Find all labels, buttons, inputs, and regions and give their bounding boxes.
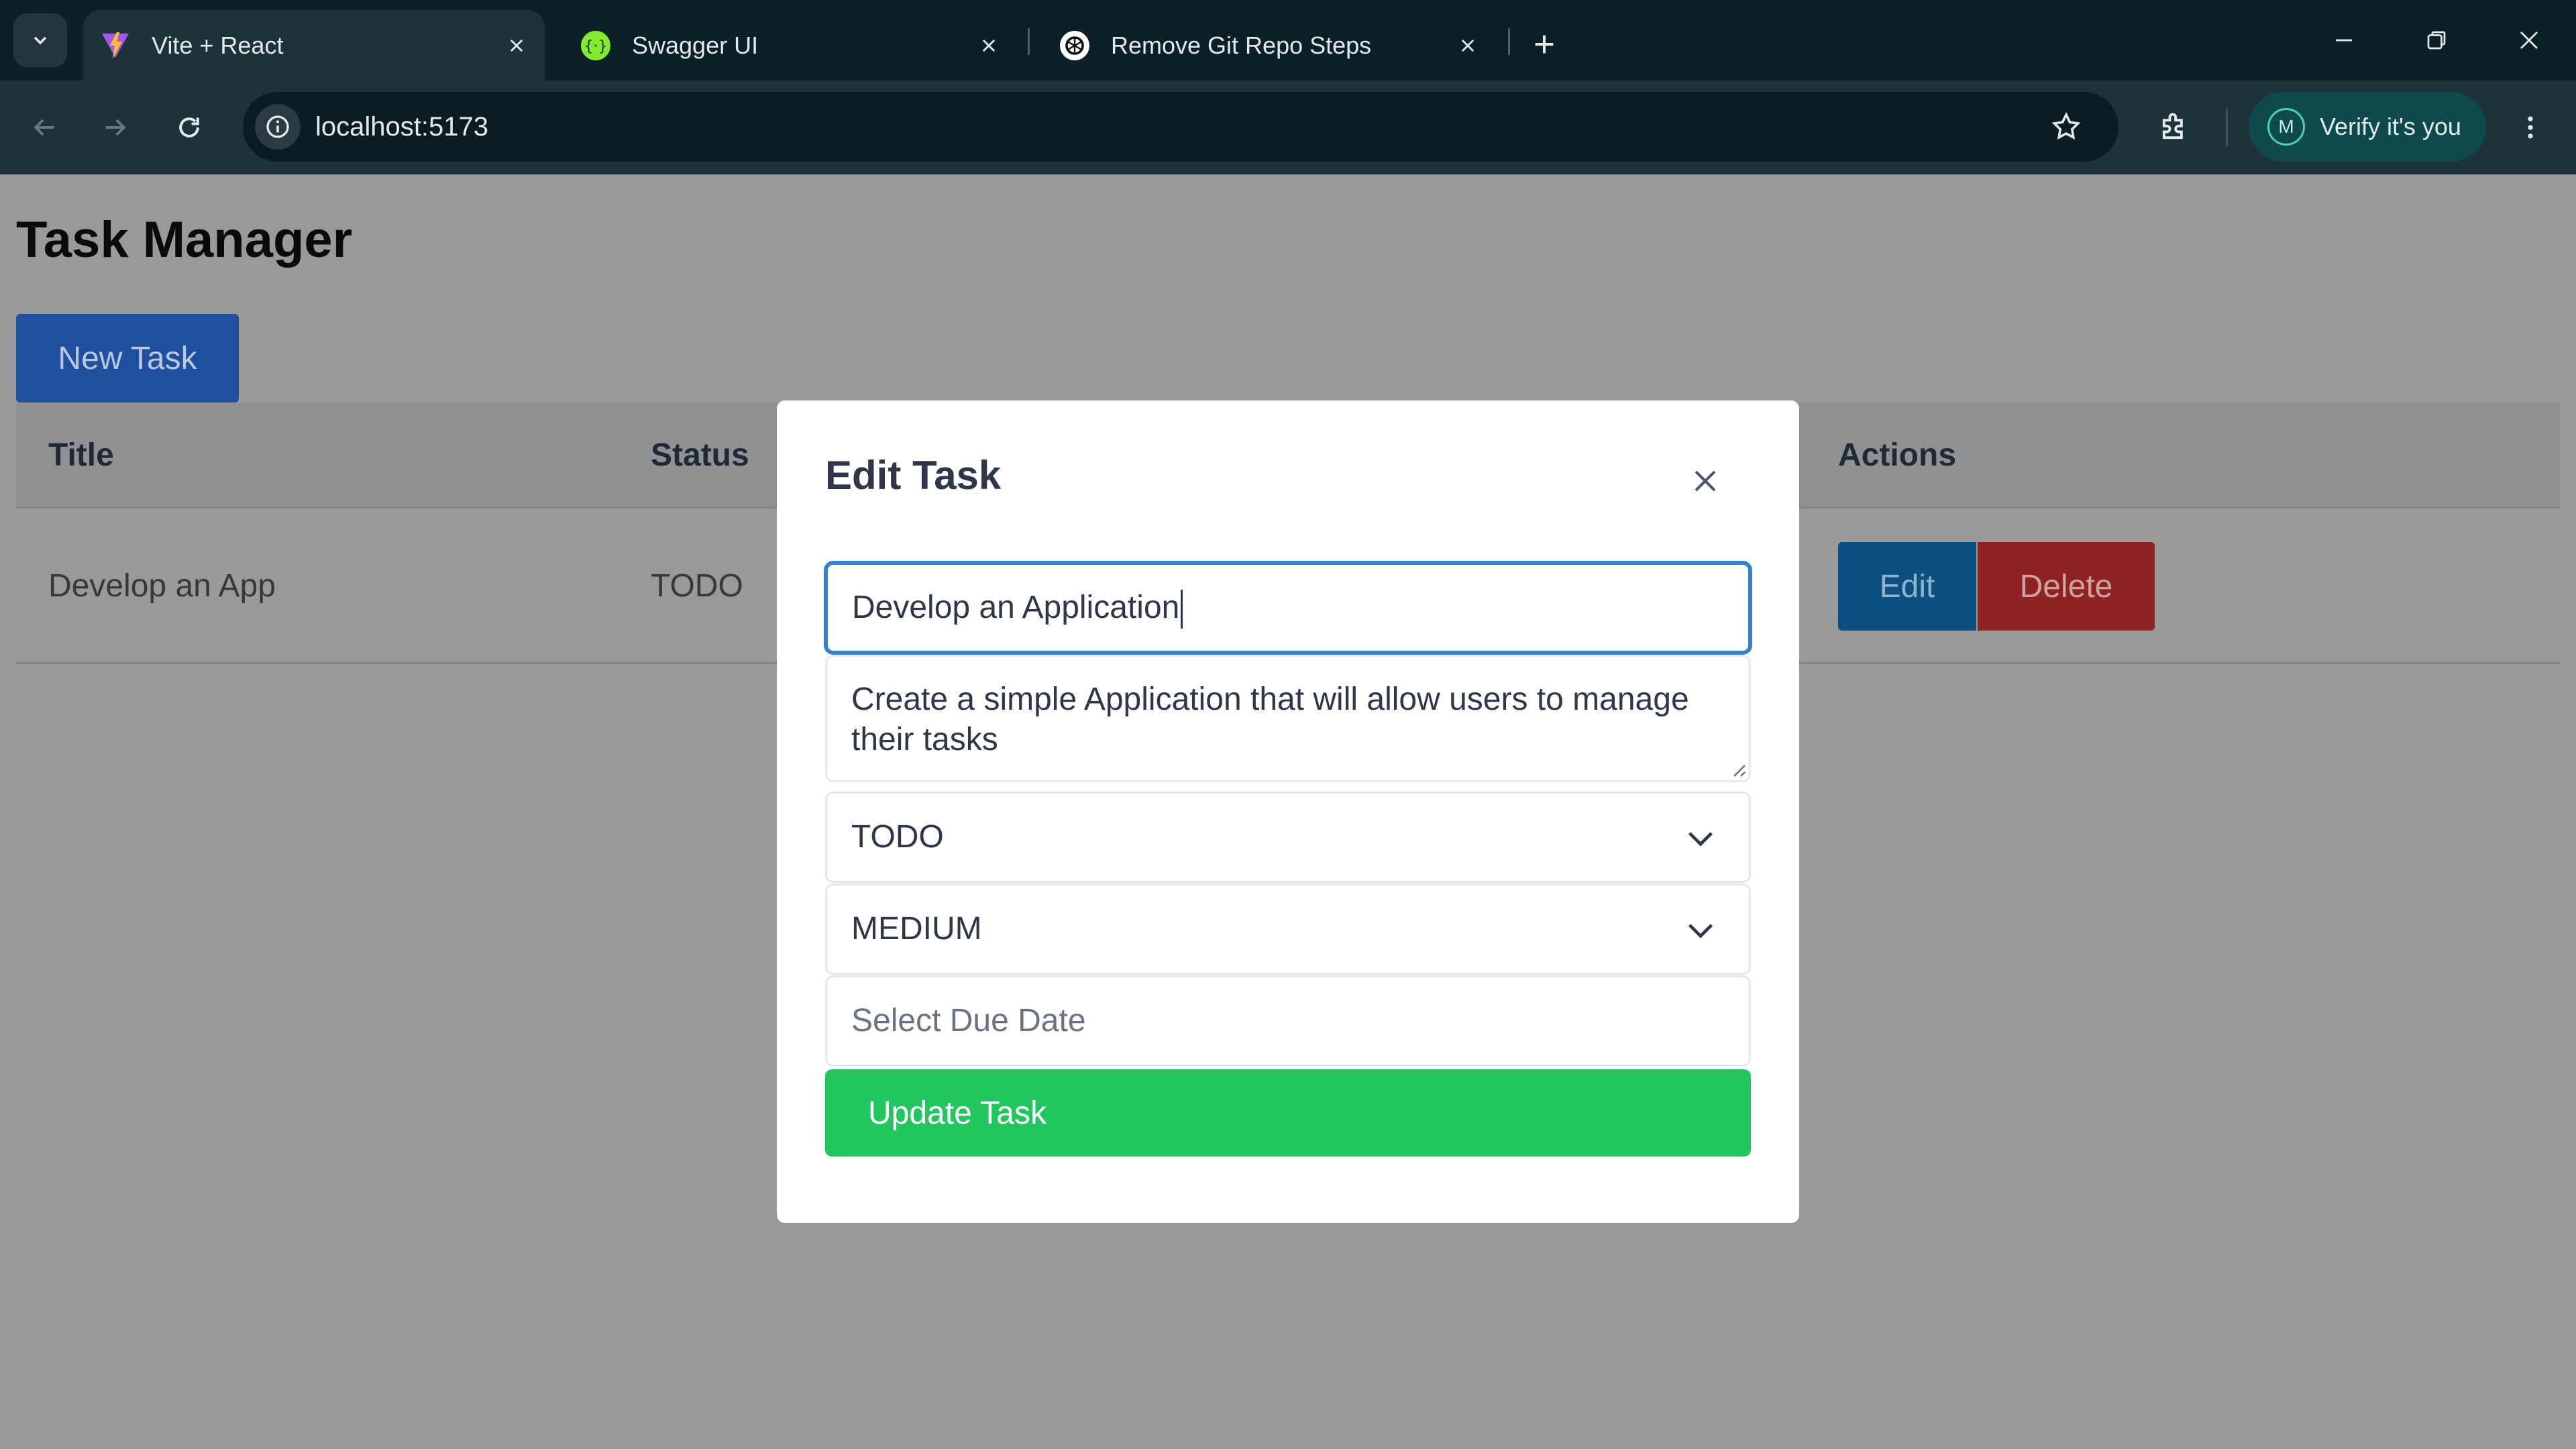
puzzle-icon [2162,113,2183,140]
tab-swagger-ui[interactable]: {·} Swagger UI [564,10,1017,80]
reload-button[interactable] [169,107,209,148]
arrow-left-icon [34,119,54,136]
modal-close-button[interactable] [1684,460,1727,502]
address-bar[interactable]: localhost:5173 [243,92,2118,162]
browser-tab-strip: Vite + React {·} Swagger UI Remove Git R… [0,0,2576,80]
close-tab-icon[interactable] [974,31,1004,60]
task-title-cell: Develop an App [48,568,276,604]
chevron-down-icon [1688,832,1713,847]
avatar: M [2267,108,2305,146]
browser-menu-button[interactable] [2510,107,2551,148]
column-header-actions: Actions [1838,437,1957,473]
modal-title: Edit Task [825,453,1002,498]
vite-icon [102,32,129,59]
svg-text:{·}: {·} [584,38,608,55]
bookmark-button[interactable] [2046,107,2086,147]
browser-toolbar: localhost:5173 M Verify it's you [0,80,2576,174]
tab-title: Remove Git Repo Steps [1111,31,1372,59]
new-tab-button[interactable] [1524,24,1564,64]
close-tab-icon[interactable] [502,31,531,60]
chatgpt-icon [1060,30,1089,60]
task-description-value: Create a simple Application that will al… [851,682,1689,757]
reload-icon [179,117,199,138]
priority-select[interactable]: MEDIUM [825,883,1751,975]
chevron-down-icon [34,36,47,45]
restore-window-button[interactable] [2416,20,2457,60]
restore-icon [2427,31,2446,50]
task-status-cell: TODO [651,568,743,604]
close-icon [2520,32,2538,49]
back-button[interactable] [24,107,64,148]
extensions-button[interactable] [2152,105,2196,150]
task-title-value: Develop an Application [852,590,1180,625]
star-icon [2051,111,2081,140]
info-icon [266,115,289,138]
more-vertical-icon [2528,116,2533,139]
edit-task-button[interactable]: Edit [1838,542,1976,631]
task-description-textarea[interactable]: Create a simple Application that will al… [825,655,1751,782]
due-date-placeholder: Select Due Date [851,1003,1086,1038]
forward-button[interactable] [95,107,136,148]
column-header-title: Title [48,437,114,473]
plus-icon [1535,35,1554,54]
resize-handle-icon[interactable] [1727,759,1746,777]
toolbar-separator [2226,109,2228,146]
task-title-input[interactable]: Develop an Application [825,562,1751,653]
status-select[interactable]: TODO [825,792,1751,883]
close-icon [1695,470,1716,492]
text-caret [1181,590,1183,629]
url-text[interactable]: localhost:5173 [315,92,488,162]
tab-separator [1508,28,1510,55]
tab-search-button[interactable] [13,13,67,67]
due-date-input[interactable]: Select Due Date [825,975,1751,1067]
priority-value: MEDIUM [851,911,982,947]
chevron-down-icon [1688,924,1713,938]
page-title: Task Manager [16,211,353,268]
update-task-button[interactable]: Update Task [825,1069,1751,1157]
edit-task-modal: Edit Task Develop an Application Create … [777,400,1799,1223]
delete-task-button[interactable]: Delete [1978,542,2155,631]
tab-title: Vite + React [152,31,284,59]
tab-separator [1028,28,1030,55]
site-info-button[interactable] [255,104,301,150]
new-task-button[interactable]: New Task [16,314,239,402]
status-value: TODO [851,819,944,855]
tab-remove-git-repo-steps[interactable]: Remove Git Repo Steps [1042,10,1496,80]
close-tab-icon[interactable] [1453,31,1483,60]
minimize-window-button[interactable] [2324,20,2364,60]
column-header-status: Status [651,437,749,473]
profile-button[interactable]: M Verify it's you [2249,92,2486,162]
swagger-icon: {·} [581,30,610,60]
close-window-button[interactable] [2509,20,2549,60]
profile-label: Verify it's you [2320,113,2461,140]
tab-vite-react[interactable]: Vite + React [83,10,545,80]
tab-title: Swagger UI [632,31,759,59]
arrow-right-icon [105,119,126,136]
minimize-icon [2336,39,2352,42]
